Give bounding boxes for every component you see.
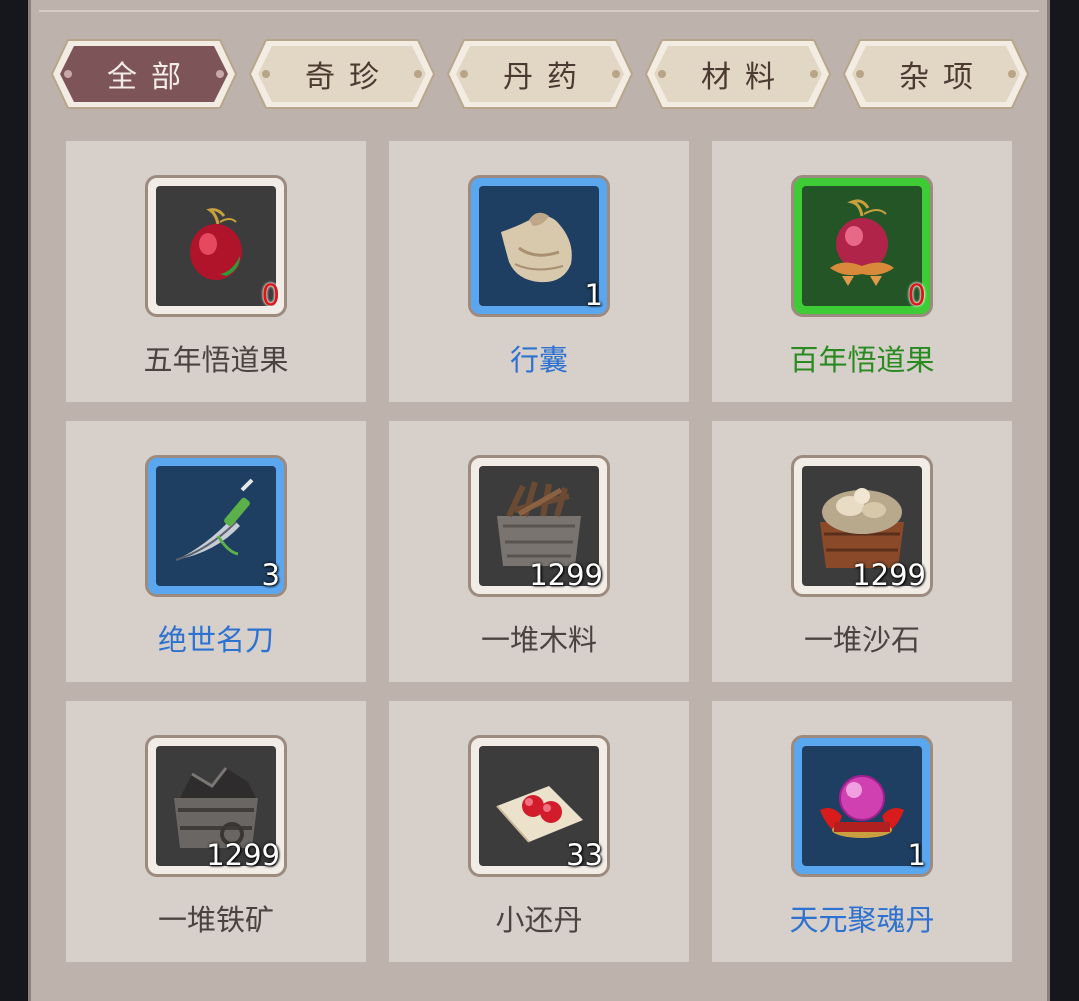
tab-misc[interactable]: 杂项 bbox=[842, 38, 1030, 110]
blade-icon bbox=[175, 478, 254, 561]
soul-pill-icon bbox=[820, 775, 904, 838]
item-slot[interactable]: 1 行囊 bbox=[389, 141, 689, 402]
item-name: 小还丹 bbox=[495, 903, 583, 937]
item-name: 百年悟道果 bbox=[789, 343, 935, 377]
lotus-fruit-icon bbox=[830, 199, 894, 286]
item-count: 1299 bbox=[206, 838, 280, 872]
item-icon-frame: 0 bbox=[791, 175, 933, 317]
item-icon-frame: 1299 bbox=[145, 735, 287, 877]
item-count: 1 bbox=[584, 278, 603, 312]
item-icon-frame: 1 bbox=[791, 735, 933, 877]
item-count: 1299 bbox=[529, 558, 603, 592]
item-slot[interactable]: 33 小还丹 bbox=[389, 701, 689, 962]
panel-top-border bbox=[39, 0, 1039, 12]
tab-label: 材料 bbox=[701, 60, 789, 95]
tab-pills[interactable]: 丹药 bbox=[446, 38, 634, 110]
item-slot[interactable]: 0 五年悟道果 bbox=[66, 141, 366, 402]
inventory-panel: 全部 奇珍 丹药 材料 杂项 0 五年悟道果 1 行囊 0 百年悟道果 3 绝世… bbox=[28, 0, 1050, 1001]
item-count: 3 bbox=[261, 558, 280, 592]
item-count: 33 bbox=[566, 838, 603, 872]
item-name: 一堆沙石 bbox=[803, 623, 920, 657]
item-count: 1 bbox=[907, 838, 926, 872]
item-name: 一堆木料 bbox=[480, 623, 597, 657]
item-icon-frame: 1299 bbox=[468, 455, 610, 597]
item-icon-frame: 3 bbox=[145, 455, 287, 597]
tab-label: 全部 bbox=[107, 60, 195, 95]
tab-materials[interactable]: 材料 bbox=[644, 38, 832, 110]
item-slot[interactable]: 0 百年悟道果 bbox=[712, 141, 1012, 402]
red-fruit-icon bbox=[190, 208, 242, 280]
item-icon-frame: 0 bbox=[145, 175, 287, 317]
item-icon-frame: 33 bbox=[468, 735, 610, 877]
item-slot[interactable]: 3 绝世名刀 bbox=[66, 421, 366, 682]
item-slot[interactable]: 1299 一堆木料 bbox=[389, 421, 689, 682]
item-icon-frame: 1299 bbox=[791, 455, 933, 597]
item-count: 1299 bbox=[852, 558, 926, 592]
item-count: 0 bbox=[907, 278, 926, 312]
tab-treasures[interactable]: 奇珍 bbox=[248, 38, 436, 110]
item-slot[interactable]: 1 天元聚魂丹 bbox=[712, 701, 1012, 962]
item-name: 绝世名刀 bbox=[157, 623, 274, 657]
item-name: 五年悟道果 bbox=[143, 343, 289, 377]
tab-all[interactable]: 全部 bbox=[50, 38, 238, 110]
item-slot[interactable]: 1299 一堆铁矿 bbox=[66, 701, 366, 962]
item-slot[interactable]: 1299 一堆沙石 bbox=[712, 421, 1012, 682]
item-name: 天元聚魂丹 bbox=[789, 903, 935, 937]
item-count: 0 bbox=[261, 278, 280, 312]
cloth-bag-icon bbox=[501, 212, 572, 283]
item-name: 一堆铁矿 bbox=[157, 903, 274, 937]
tab-label: 丹药 bbox=[503, 60, 591, 95]
tab-label: 杂项 bbox=[899, 60, 987, 95]
tab-label: 奇珍 bbox=[305, 60, 393, 95]
item-name: 行囊 bbox=[509, 343, 568, 377]
item-icon-frame: 1 bbox=[468, 175, 610, 317]
